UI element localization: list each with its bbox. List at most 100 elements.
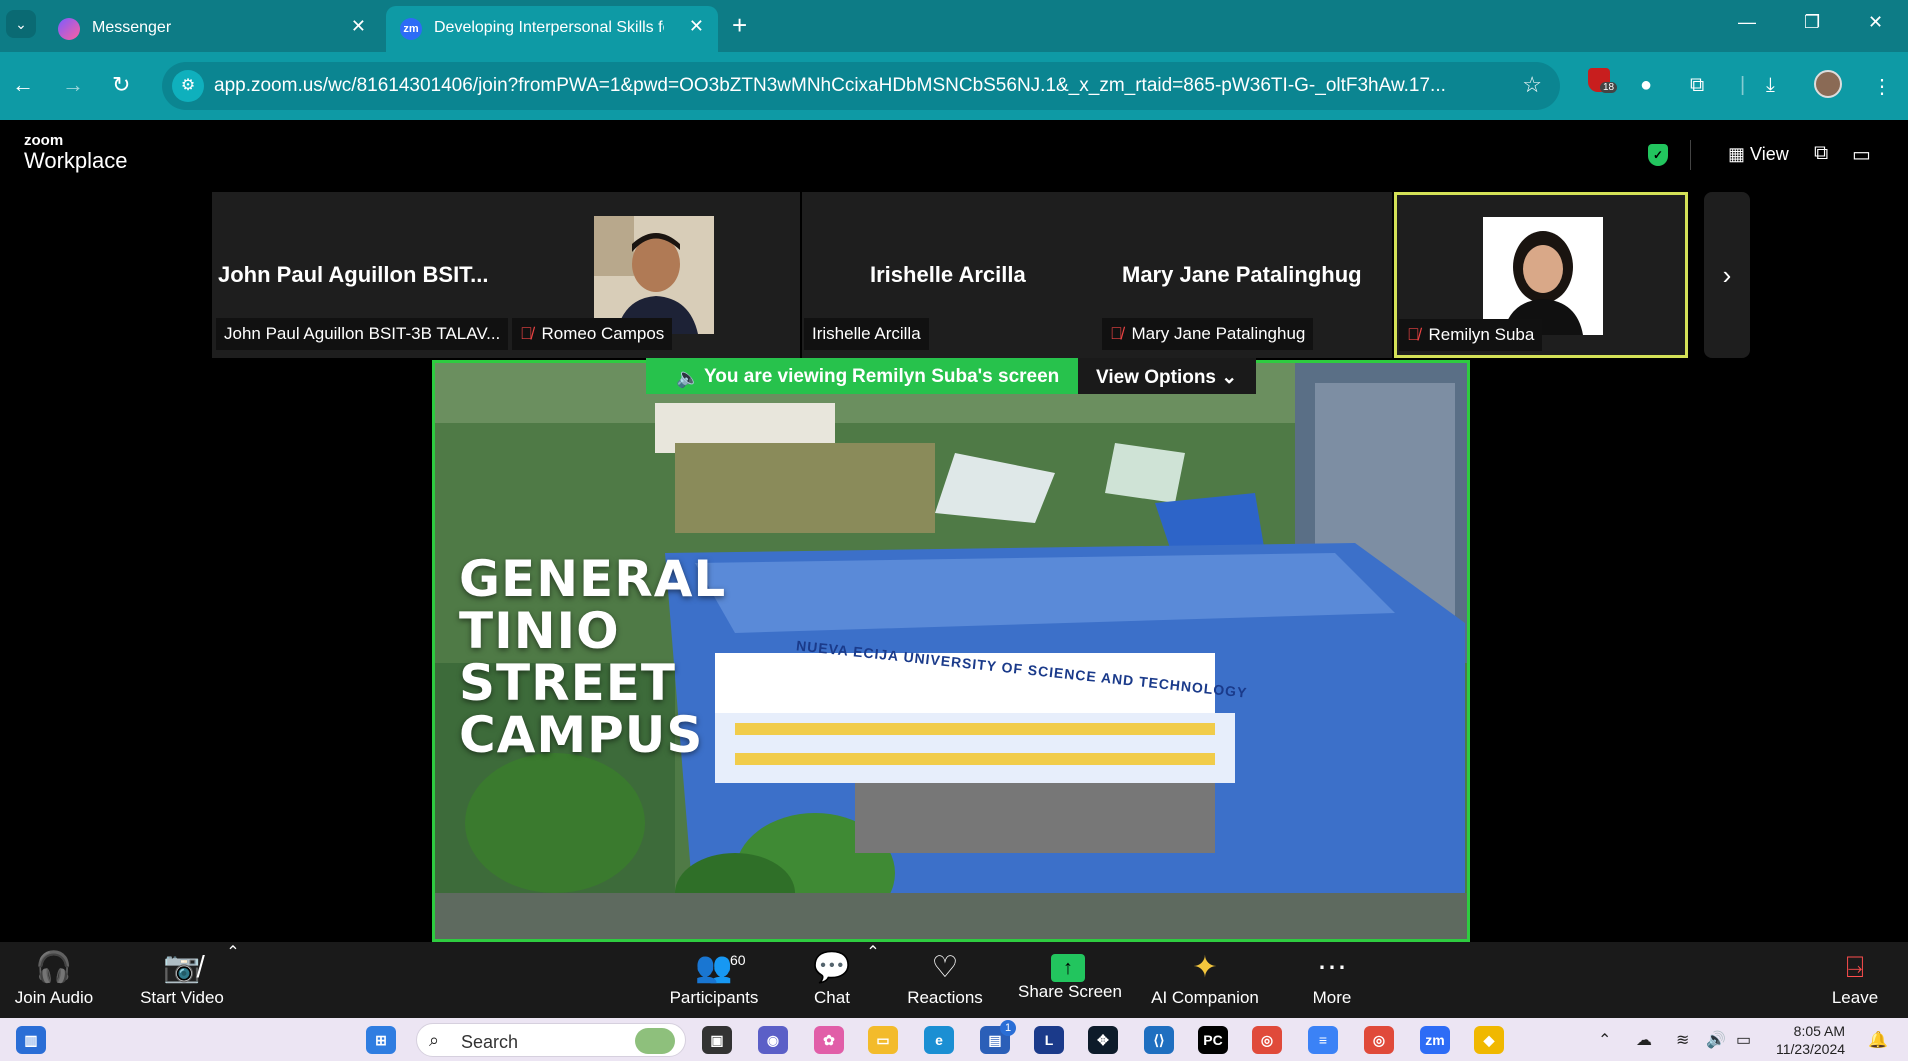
chat-icon: 💬 [813, 951, 851, 984]
system-clock[interactable]: 8:05 AM 11/23/2024 [1776, 1022, 1845, 1058]
l-app-icon[interactable]: L [1034, 1026, 1064, 1054]
header-divider [1690, 140, 1691, 170]
zoom-taskbar-icon[interactable]: zm [1420, 1026, 1450, 1054]
browser-menu-icon[interactable]: ⋮ [1872, 74, 1892, 99]
taskbar-search[interactable]: ⌕ Search [416, 1023, 686, 1057]
bookmark-star-icon[interactable]: ☆ [1522, 72, 1542, 98]
video-off-icon: 📷̸ [163, 951, 201, 984]
view-grid-icon: ▦ [1728, 144, 1746, 164]
back-icon[interactable]: ← [12, 72, 34, 98]
video-tile[interactable]: John Paul Aguillon BSIT... John Paul Agu… [212, 192, 800, 358]
viewing-status-bar: 🔈 You are viewing Remilyn Suba's screen [646, 358, 1078, 394]
participant-name-label: Irishelle Arcilla [804, 318, 929, 350]
share-screen-button[interactable]: ↑ Share Screen [1018, 942, 1122, 1018]
mic-muted-icon: 🎙̸ [1407, 325, 1420, 344]
wifi-icon[interactable]: ≋ [1676, 1030, 1689, 1050]
notepad-icon[interactable]: ≡ [1308, 1026, 1338, 1054]
minimize-icon[interactable]: — [1738, 12, 1756, 33]
encryption-shield-icon[interactable]: ✓ [1648, 144, 1668, 166]
vscode-icon[interactable]: ⟨⟩ [1144, 1026, 1174, 1054]
address-bar[interactable]: ⚙ app.zoom.us/wc/81614301406/join?fromPW… [162, 62, 1560, 110]
clock-date: 11/23/2024 [1776, 1041, 1846, 1057]
sparkle-icon: ✦ [1192, 951, 1218, 984]
picture-in-picture-icon[interactable]: ⧉ [1814, 142, 1828, 165]
task-view-icon[interactable]: ▣ [702, 1026, 732, 1054]
profile-avatar[interactable] [1814, 70, 1842, 104]
next-page-chevron-icon[interactable]: › [1704, 192, 1750, 358]
notification-bell-icon[interactable]: 🔔 [1868, 1030, 1888, 1050]
tray-overflow-chevron-icon[interactable]: ⌃ [1598, 1030, 1611, 1050]
speaker-icon: 🔈 [676, 368, 700, 389]
participants-icon: 👥 [695, 951, 733, 984]
file-explorer-icon[interactable]: ▭ [868, 1026, 898, 1054]
leave-button[interactable]: ⍈ Leave [1828, 942, 1882, 1018]
chrome-icon[interactable]: ◎ [1252, 1026, 1282, 1054]
teams-icon[interactable]: ◉ [758, 1026, 788, 1054]
site-info-icon[interactable]: ⚙ [172, 70, 204, 102]
tab-title: Developing Interpersonal Skills for [434, 19, 664, 36]
dropbox-icon[interactable]: ✥ [1088, 1026, 1118, 1054]
tab-zoom-meeting[interactable]: zm Developing Interpersonal Skills for ✕ [386, 6, 718, 52]
new-tab-button[interactable]: + [732, 10, 747, 41]
store-badge: 1 [1000, 1020, 1016, 1036]
cloud-offline-icon[interactable]: ☁ [1636, 1030, 1652, 1050]
participant-name-label: 🎙̸ Romeo Campos [512, 318, 673, 350]
download-icon[interactable]: ⤓ [1766, 74, 1775, 97]
participant-name-large: John Paul Aguillon BSIT... [218, 262, 489, 287]
more-dots-icon: ⋯ [1317, 951, 1347, 984]
leave-icon: ⍈ [1846, 951, 1864, 984]
view-options-button[interactable]: View Options ⌄ [1078, 358, 1256, 394]
browser-toolbar: ← → ↻ ⚙ app.zoom.us/wc/81614301406/join?… [0, 52, 1908, 120]
security-shield-icon[interactable]: ◆ [1474, 1026, 1504, 1054]
close-tab-icon[interactable]: ✕ [351, 16, 366, 37]
windows-start-icon[interactable]: ⊞ [366, 1026, 396, 1054]
battery-icon[interactable]: ▭ [1736, 1030, 1751, 1050]
extensions-puzzle-icon[interactable]: ⧉ [1690, 74, 1704, 97]
chevron-down-icon: ⌄ [1221, 367, 1238, 388]
chat-options-chevron-icon[interactable]: ⌃ [866, 942, 880, 1018]
toolbar-divider: | [1740, 74, 1746, 96]
forward-icon[interactable]: → [62, 72, 84, 98]
video-options-chevron-icon[interactable]: ⌃ [226, 942, 240, 1018]
participant-name-label: John Paul Aguillon BSIT-3B TALAV... [216, 318, 509, 350]
shared-screen[interactable]: GENERAL TINIO STREET CAMPUS NUEVA ECIJA … [432, 360, 1470, 942]
start-video-button[interactable]: 📷̸ Start Video [132, 942, 232, 1018]
ublock-extension-icon[interactable]: 18 [1588, 68, 1618, 98]
search-highlight-icon [635, 1028, 675, 1054]
search-icon: ⌕ [429, 1030, 440, 1050]
volume-icon[interactable]: 🔊 [1706, 1030, 1726, 1050]
chat-button[interactable]: 💬 Chat [800, 942, 864, 1018]
heart-icon: ♡ [931, 951, 959, 984]
participants-button[interactable]: 👥 60 Participants [668, 942, 760, 1018]
mic-muted-icon: 🎙̸ [1110, 324, 1123, 343]
tab-title: Messenger [92, 19, 172, 36]
messenger-icon [58, 18, 80, 40]
chrome-profile-icon[interactable]: ◎ [1364, 1026, 1394, 1054]
pycharm-icon[interactable]: PC [1198, 1026, 1228, 1054]
active-speaker-tile[interactable]: 🎙̸ Remilyn Suba [1394, 192, 1688, 358]
tab-search-button[interactable]: ⌄ [6, 10, 36, 38]
campus-title-overlay: GENERAL TINIO STREET CAMPUS [459, 550, 727, 764]
join-audio-button[interactable]: 🎧 Join Audio [8, 942, 100, 1018]
browser-tab-bar: ⌄ Messenger ✕ zm Developing Interpersona… [0, 0, 1908, 52]
extension-icon[interactable]: ● [1640, 74, 1652, 97]
url-text[interactable]: app.zoom.us/wc/81614301406/join?fromPWA=… [214, 75, 1504, 97]
copilot-icon[interactable]: ✿ [814, 1026, 844, 1054]
close-tab-icon[interactable]: ✕ [689, 16, 704, 37]
participant-name-large: Mary Jane Patalinghug [1122, 262, 1362, 287]
participant-avatar [1483, 217, 1603, 335]
view-button[interactable]: ▦ View [1728, 144, 1789, 165]
close-window-icon[interactable]: ✕ [1868, 12, 1883, 33]
reactions-button[interactable]: ♡ Reactions [906, 942, 984, 1018]
tab-messenger[interactable]: Messenger ✕ [44, 6, 380, 52]
edge-icon[interactable]: e [924, 1026, 954, 1054]
more-button[interactable]: ⋯ More [1306, 942, 1358, 1018]
video-tile[interactable]: Irishelle Arcilla Irishelle Arcilla Mary… [802, 192, 1392, 358]
mic-muted-icon: 🎙̸ [520, 324, 533, 343]
widgets-icon[interactable]: ▥ [16, 1026, 46, 1054]
reload-icon[interactable]: ↻ [112, 72, 130, 98]
restore-icon[interactable]: ❐ [1804, 12, 1820, 33]
minimize-meeting-icon[interactable]: ▭ [1852, 142, 1871, 167]
ai-companion-button[interactable]: ✦ AI Companion [1150, 942, 1260, 1018]
zoom-logo-small: zoom [24, 132, 64, 149]
